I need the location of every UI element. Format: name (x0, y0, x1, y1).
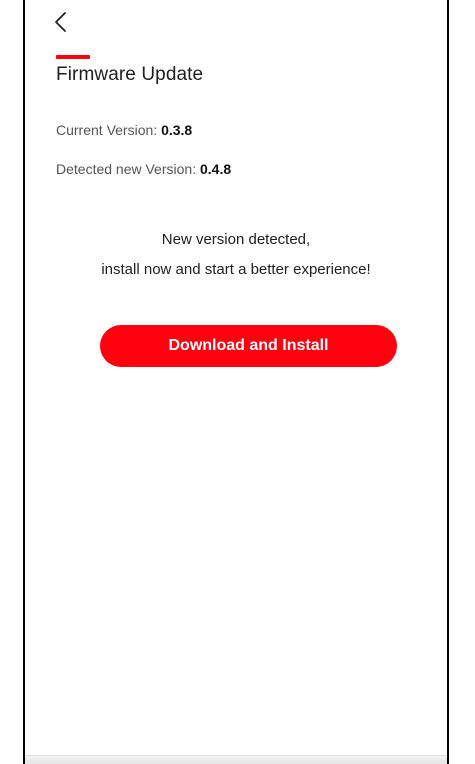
page-title: Firmware Update (56, 64, 204, 85)
new-version-row: Detected new Version: 0.4.8 (56, 161, 231, 177)
chevron-left-icon (55, 12, 66, 32)
current-version-label: Current Version: (56, 122, 162, 138)
bottom-edge (25, 755, 447, 764)
new-version-value: 0.4.8 (199, 161, 232, 177)
title-accent-bar (56, 55, 90, 59)
firmware-update-screen: Firmware Update Current Version: 0.3.8 D… (23, 0, 449, 764)
current-version-value: 0.3.8 (161, 122, 193, 138)
update-message-line-2: install now and start a better experienc… (101, 261, 371, 278)
new-version-label: Detected new Version: (56, 161, 200, 177)
download-install-button[interactable]: Download and Install (100, 325, 397, 367)
current-version-row: Current Version: 0.3.8 (56, 122, 192, 138)
back-button[interactable] (51, 8, 75, 38)
update-message-line-1: New version detected, (161, 231, 311, 248)
